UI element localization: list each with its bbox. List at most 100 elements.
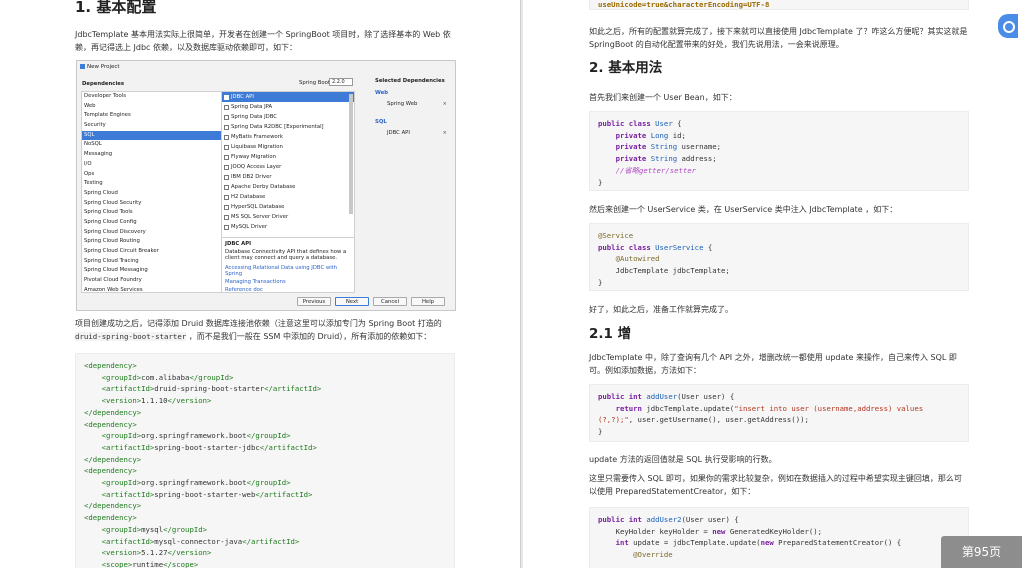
dependency-label: Flyway Migration	[231, 154, 277, 160]
dependency-item: Spring Data JDBC	[222, 112, 354, 122]
paragraph-intro: JdbcTemplate 基本用法实际上很简单，开发者在创建一个 SpringB…	[75, 30, 451, 52]
category-item: Pivotal Cloud Foundry	[84, 277, 142, 284]
description-text: Database Connectivity API that defines h…	[225, 249, 347, 261]
selected-dependencies-title: Selected Dependencies	[375, 78, 445, 84]
dependency-description: JDBC API Database Connectivity API that …	[221, 237, 355, 293]
dependency-item: Flyway Migration	[222, 152, 354, 162]
cancel-button: Cancel	[373, 297, 407, 306]
category-item: Spring Cloud Circuit Breaker	[84, 248, 159, 254]
new-project-dialog-image: New Project Dependencies Spring Boot 2.2…	[76, 60, 456, 311]
category-item: Spring Cloud Tools	[84, 209, 133, 216]
help-button: Help	[411, 297, 445, 306]
dependency-label: IBM DB2 Driver	[231, 174, 272, 180]
category-item: Testing	[84, 180, 103, 187]
dependency-item: Spring Data R2DBC [Experimental]	[222, 122, 354, 132]
section-heading-basic-config: 1. 基本配置	[75, 0, 455, 16]
dependency-list: JDBC API Spring Data JPA Spring Data JDBC S…	[221, 91, 355, 241]
checkbox-icon	[224, 204, 229, 210]
paragraph-update-api: JdbcTemplate 中，除了查询有几个 API 之外，增删改统一都使用 u…	[589, 353, 957, 375]
dependency-label: Spring Data JDBC	[231, 114, 277, 120]
selected-item-jdbc-api: JDBC API ×	[387, 130, 455, 136]
category-item: I/O	[84, 160, 92, 167]
dependency-label: Spring Data JPA	[231, 104, 273, 110]
heading-insert: 2.1 增	[589, 326, 632, 342]
description-title: JDBC API	[225, 241, 252, 247]
category-item: Spring Cloud Routing	[84, 238, 140, 245]
category-item: NoSQL	[84, 141, 102, 148]
checkbox-icon	[224, 144, 229, 150]
checkbox-icon	[224, 194, 229, 200]
heading-basic-config: 1. 基本配置	[75, 0, 157, 16]
selected-item-spring-web: Spring Web ×	[387, 101, 455, 107]
checkbox-icon	[224, 224, 229, 230]
springboot-version-select: 2.2.0	[329, 78, 353, 86]
page-indicator: 第95页	[941, 536, 1022, 568]
document-viewer: 1. 基本配置 JdbcTemplate 基本用法实际上很简单，开发者在创建一个…	[0, 0, 1022, 568]
selected-item-label: Spring Web	[387, 101, 418, 107]
paragraph-user-service: 然后来创建一个 UserService 类，在 UserService 类中注入…	[589, 205, 898, 214]
dialog-buttons: Previous Next Cancel Help	[297, 297, 445, 306]
selected-group-sql: SQL	[375, 119, 387, 125]
code-block-config-tail: useUnicode=true&characterEncoding=UTF-8	[589, 0, 969, 10]
description-link-3: Reference doc	[225, 287, 263, 293]
checkbox-icon	[224, 174, 229, 180]
dependency-item: MyBatis Framework	[222, 132, 354, 142]
paragraph-druid-part1: 项目创建成功之后，记得添加 Druid 数据库连接池依赖（注意这里可以添加专门为…	[75, 319, 442, 328]
category-item: Spring Cloud Discovery	[84, 228, 146, 235]
paragraph-user-bean: 首先我们来创建一个 User Bean，如下：	[589, 93, 737, 102]
category-item: Spring Cloud	[84, 189, 118, 196]
dependency-item: JOOQ Access Layer	[222, 162, 354, 172]
dependency-label: MyBatis Framework	[231, 134, 283, 140]
category-item: Security	[84, 122, 106, 129]
dependency-item: IBM DB2 Driver	[222, 172, 354, 182]
checkbox-icon	[224, 94, 229, 100]
category-list: Developer Tools Web Template Engines Securi…	[81, 91, 223, 293]
paragraph-config-done: 如此之后，所有的配置就算完成了，接下来就可以直接使用 JdbcTemplate …	[589, 27, 968, 49]
document-page-right: useUnicode=true&characterEncoding=UTF-8 …	[523, 0, 1022, 568]
next-button: Next	[335, 297, 369, 306]
previous-button: Previous	[297, 297, 331, 306]
category-item: Web	[84, 102, 96, 109]
remove-icon: ×	[442, 101, 447, 107]
config-tail-text: useUnicode=true&characterEncoding=UTF-8	[598, 0, 770, 9]
category-item: Messaging	[84, 151, 113, 158]
code-block-user-service: @Service public class UserService { @Aut…	[589, 223, 969, 291]
description-link-1: Accessing Relational Data using JDBC wit…	[225, 265, 338, 277]
category-item: Spring Cloud Tracing	[84, 257, 139, 264]
selected-group-web: Web	[375, 90, 389, 96]
paragraph-druid-part2: ，而不是我们一般在 SSM 中添加的 Druid），所有添加的依赖如下：	[188, 332, 432, 341]
dependency-label: HyperSQL Database	[231, 204, 285, 210]
dependency-label: Liquibase Migration	[231, 144, 283, 150]
selected-dependencies-panel: Selected Dependencies Web Spring Web × S…	[375, 78, 455, 294]
springboot-label: Spring Boot	[299, 80, 330, 86]
dependency-label: Spring Data R2DBC [Experimental]	[231, 124, 324, 130]
paragraph-druid: 项目创建成功之后，记得添加 Druid 数据库连接池依赖（注意这里可以添加专门为…	[75, 317, 455, 343]
category-item: SQL	[82, 130, 222, 141]
dependency-item: JDBC API	[222, 92, 354, 102]
paragraph-return-value: update 方法的返回值就是 SQL 执行受影响的行数。	[589, 455, 777, 464]
category-item: Developer Tools	[84, 93, 126, 99]
category-item: Spring Cloud Security	[84, 199, 142, 206]
dependency-label: JOOQ Access Layer	[231, 164, 282, 170]
category-item: Spring Cloud Config	[84, 218, 137, 225]
checkbox-icon	[224, 214, 229, 220]
description-link-2: Managing Transactions	[225, 279, 286, 285]
dependency-item: MySQL Driver	[222, 222, 354, 232]
inline-code-druid-starter: druid-spring-boot-starter	[75, 332, 187, 341]
dependency-label: Apache Derby Database	[231, 184, 296, 190]
checkbox-icon	[224, 184, 229, 190]
dependencies-label: Dependencies	[82, 81, 125, 87]
category-item: Template Engines	[84, 112, 131, 119]
dependency-item: MS SQL Server Driver	[222, 212, 354, 222]
dependency-scrollbar	[349, 94, 353, 214]
checkbox-icon	[224, 164, 229, 170]
code-block-add-user2: public int addUser2(User user) { KeyHold…	[589, 507, 969, 568]
selected-item-label: JDBC API	[387, 130, 410, 136]
dependency-item: HyperSQL Database	[222, 202, 354, 212]
dialog-title: New Project	[87, 64, 120, 70]
category-item: Spring Cloud Messaging	[84, 267, 148, 274]
checkbox-icon	[224, 154, 229, 160]
category-item: Amazon Web Services	[84, 286, 143, 293]
assistant-float-icon[interactable]	[998, 14, 1018, 38]
dependency-item: H2 Database	[222, 192, 354, 202]
